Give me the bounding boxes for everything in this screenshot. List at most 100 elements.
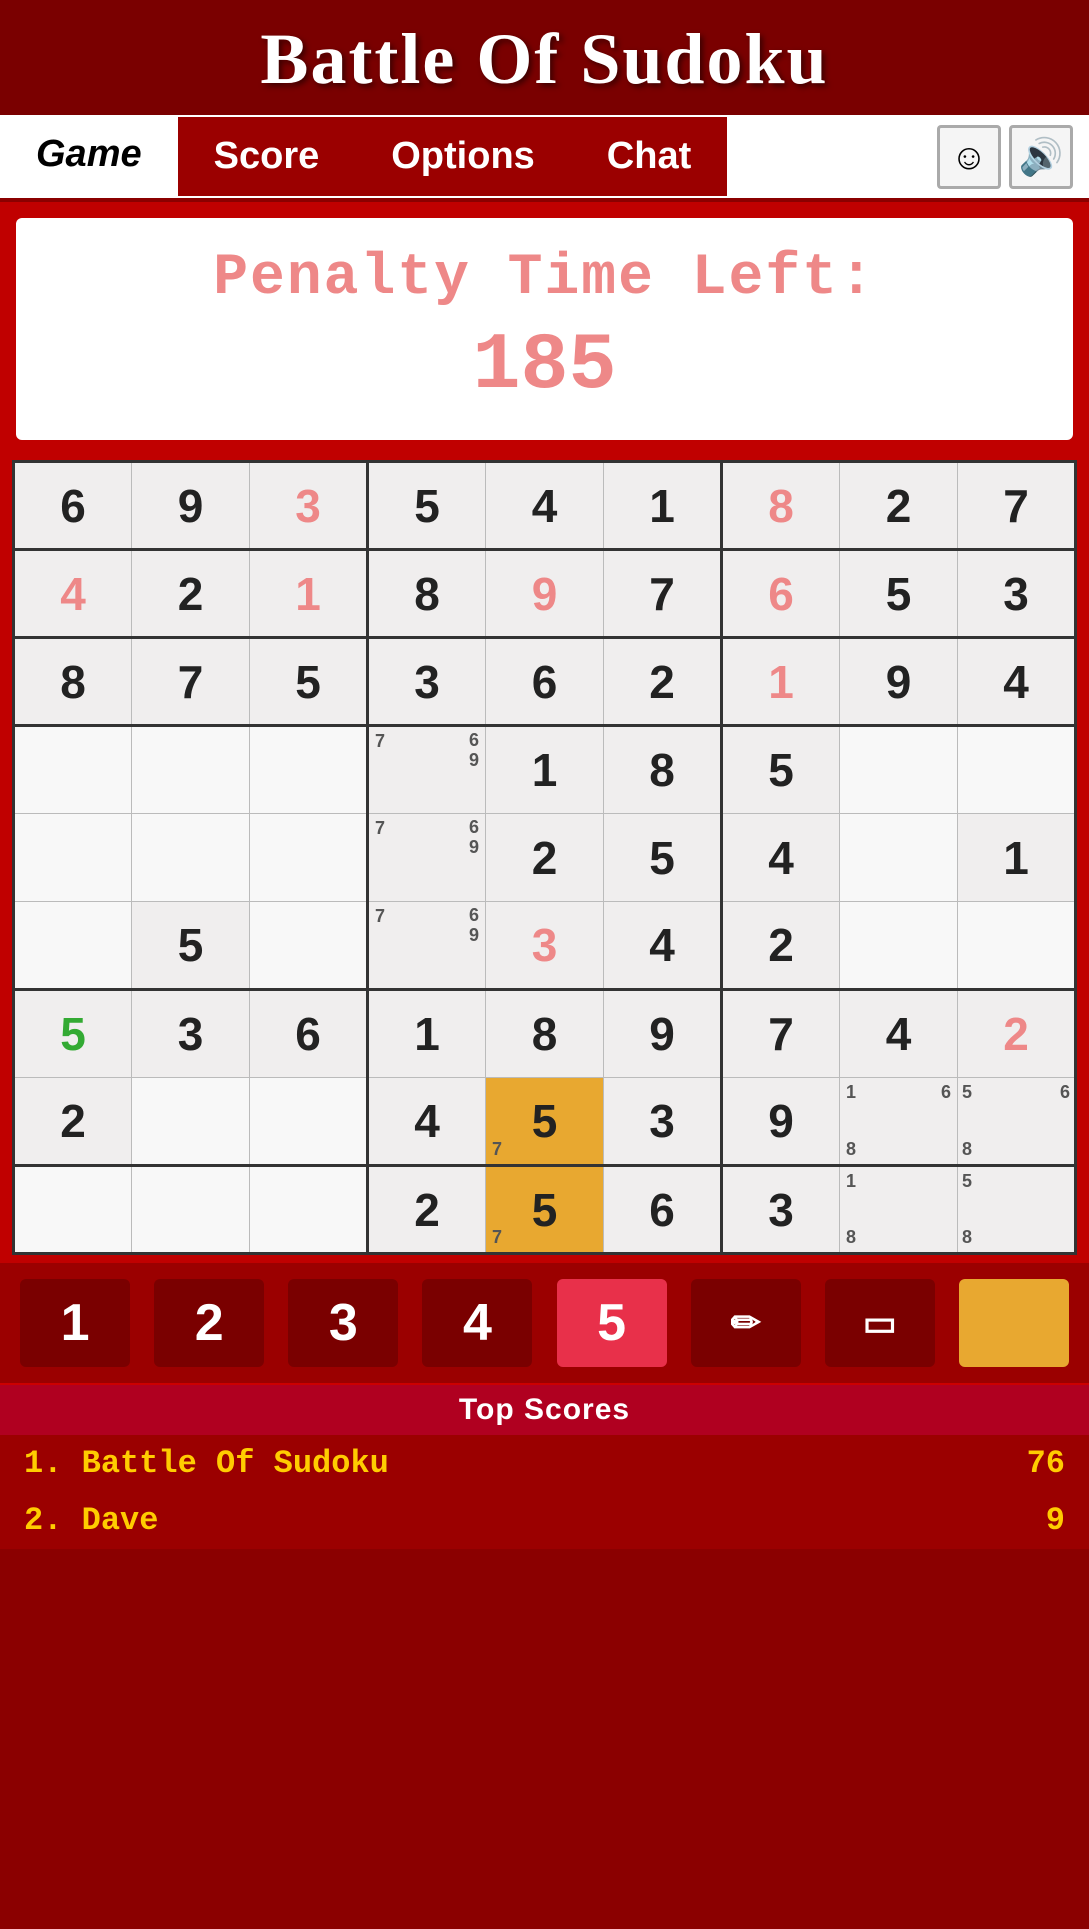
table-row[interactable]: 1 <box>958 814 1076 902</box>
num-1-button[interactable]: 1 <box>20 1279 130 1367</box>
table-row[interactable] <box>840 726 958 814</box>
table-row[interactable]: 7 69 <box>368 902 486 990</box>
app-title: Battle Of Sudoku <box>10 18 1079 101</box>
table-row[interactable]: 1 <box>250 550 368 638</box>
table-row[interactable]: 5 <box>132 902 250 990</box>
table-row[interactable]: 5 <box>14 990 132 1078</box>
table-row[interactable]: 9 <box>722 1078 840 1166</box>
table-row[interactable]: 9 <box>840 638 958 726</box>
table-row[interactable]: 5 <box>604 814 722 902</box>
sound-button[interactable]: 🔊 <box>1009 125 1073 189</box>
tab-game[interactable]: Game <box>0 115 178 198</box>
table-row[interactable]: 1 <box>368 990 486 1078</box>
table-row[interactable]: 8 <box>722 462 840 550</box>
notes-button[interactable]: ▭ <box>825 1279 935 1367</box>
table-row[interactable]: 4 <box>722 814 840 902</box>
table-row[interactable]: 2 <box>486 814 604 902</box>
color-button[interactable] <box>959 1279 1069 1367</box>
table-row[interactable]: 4 <box>958 638 1076 726</box>
penalty-box: Penalty Time Left: 185 <box>16 218 1073 440</box>
table-row[interactable] <box>14 814 132 902</box>
table-row[interactable]: 2 <box>604 638 722 726</box>
table-row[interactable]: 1 <box>604 462 722 550</box>
table-row[interactable] <box>840 902 958 990</box>
table-row[interactable]: 2 <box>840 462 958 550</box>
table-row[interactable]: 1 <box>486 726 604 814</box>
table-row[interactable]: 3 <box>368 638 486 726</box>
table-row[interactable] <box>958 726 1076 814</box>
table-row[interactable] <box>14 1166 132 1254</box>
tab-score[interactable]: Score <box>178 117 356 196</box>
table-row[interactable]: 7 <box>132 638 250 726</box>
top-scores-section: Top Scores 1. Battle Of Sudoku 76 2. Dav… <box>0 1383 1089 1549</box>
tab-options[interactable]: Options <box>355 117 571 196</box>
table-row[interactable]: 6 <box>14 462 132 550</box>
num-2-button[interactable]: 2 <box>154 1279 264 1367</box>
table-row[interactable]: 4 <box>368 1078 486 1166</box>
table-row[interactable]: 2 <box>722 902 840 990</box>
table-row[interactable]: 3 <box>958 550 1076 638</box>
penalty-label: Penalty Time Left: <box>36 246 1053 311</box>
table-row[interactable]: 4 <box>604 902 722 990</box>
table-row[interactable]: 7 69 <box>368 814 486 902</box>
table-row[interactable]: 5 <box>840 550 958 638</box>
table-row[interactable]: 3 <box>722 1166 840 1254</box>
table-row[interactable] <box>14 902 132 990</box>
table-row[interactable] <box>840 814 958 902</box>
table-row[interactable]: 4 <box>840 990 958 1078</box>
table-row[interactable]: 5 <box>250 638 368 726</box>
table-row[interactable] <box>132 1166 250 1254</box>
table-row[interactable] <box>14 726 132 814</box>
table-row[interactable]: 2 <box>132 550 250 638</box>
table-row[interactable]: 7 <box>722 990 840 1078</box>
num-3-button[interactable]: 3 <box>288 1279 398 1367</box>
table-row[interactable] <box>250 902 368 990</box>
num-4-button[interactable]: 4 <box>422 1279 532 1367</box>
table-row[interactable]: 2 <box>958 990 1076 1078</box>
table-row[interactable]: 1 8 <box>840 1166 958 1254</box>
table-row[interactable]: 4 <box>486 462 604 550</box>
table-row[interactable]: 3 <box>132 990 250 1078</box>
table-row[interactable]: 9 <box>132 462 250 550</box>
table-row[interactable]: 7 5 <box>486 1166 604 1254</box>
table-row[interactable]: 6 <box>486 638 604 726</box>
table-row[interactable] <box>250 1078 368 1166</box>
sudoku-grid: 6 9 3 5 4 1 8 2 7 4 2 1 8 9 7 6 5 3 <box>12 460 1077 1255</box>
table-row[interactable]: 5 6 8 <box>958 1078 1076 1166</box>
table-row[interactable]: 6 <box>250 990 368 1078</box>
table-row[interactable]: 8 <box>368 550 486 638</box>
tab-chat[interactable]: Chat <box>571 117 727 196</box>
table-row[interactable]: 9 <box>604 990 722 1078</box>
table-row[interactable]: 3 <box>604 1078 722 1166</box>
table-row[interactable]: 7 5 <box>486 1078 604 1166</box>
table-row[interactable] <box>132 814 250 902</box>
table-row[interactable]: 8 <box>604 726 722 814</box>
table-row[interactable]: 2 <box>368 1166 486 1254</box>
table-row[interactable] <box>132 1078 250 1166</box>
table-row[interactable]: 1 8 6 <box>840 1078 958 1166</box>
table-row[interactable]: 3 <box>250 462 368 550</box>
table-row[interactable]: 8 <box>14 638 132 726</box>
table-row[interactable]: 9 <box>486 550 604 638</box>
smiley-button[interactable]: ☺ <box>937 125 1001 189</box>
table-row[interactable]: 7 69 <box>368 726 486 814</box>
table-row[interactable]: 7 <box>958 462 1076 550</box>
table-row[interactable]: 5 <box>722 726 840 814</box>
table-row[interactable] <box>250 726 368 814</box>
table-row[interactable]: 6 <box>604 1166 722 1254</box>
num-5-button[interactable]: 5 <box>557 1279 667 1367</box>
table-row[interactable] <box>132 726 250 814</box>
table-row[interactable]: 7 <box>604 550 722 638</box>
table-row[interactable]: 2 <box>14 1078 132 1166</box>
table-row[interactable]: 5 8 <box>958 1166 1076 1254</box>
table-row[interactable] <box>250 1166 368 1254</box>
table-row[interactable]: 1 <box>722 638 840 726</box>
table-row[interactable]: 4 <box>14 550 132 638</box>
table-row[interactable] <box>958 902 1076 990</box>
table-row[interactable]: 6 <box>722 550 840 638</box>
table-row[interactable] <box>250 814 368 902</box>
table-row[interactable]: 8 <box>486 990 604 1078</box>
table-row[interactable]: 3 <box>486 902 604 990</box>
table-row[interactable]: 5 <box>368 462 486 550</box>
pencil-button[interactable]: ✏ <box>691 1279 801 1367</box>
